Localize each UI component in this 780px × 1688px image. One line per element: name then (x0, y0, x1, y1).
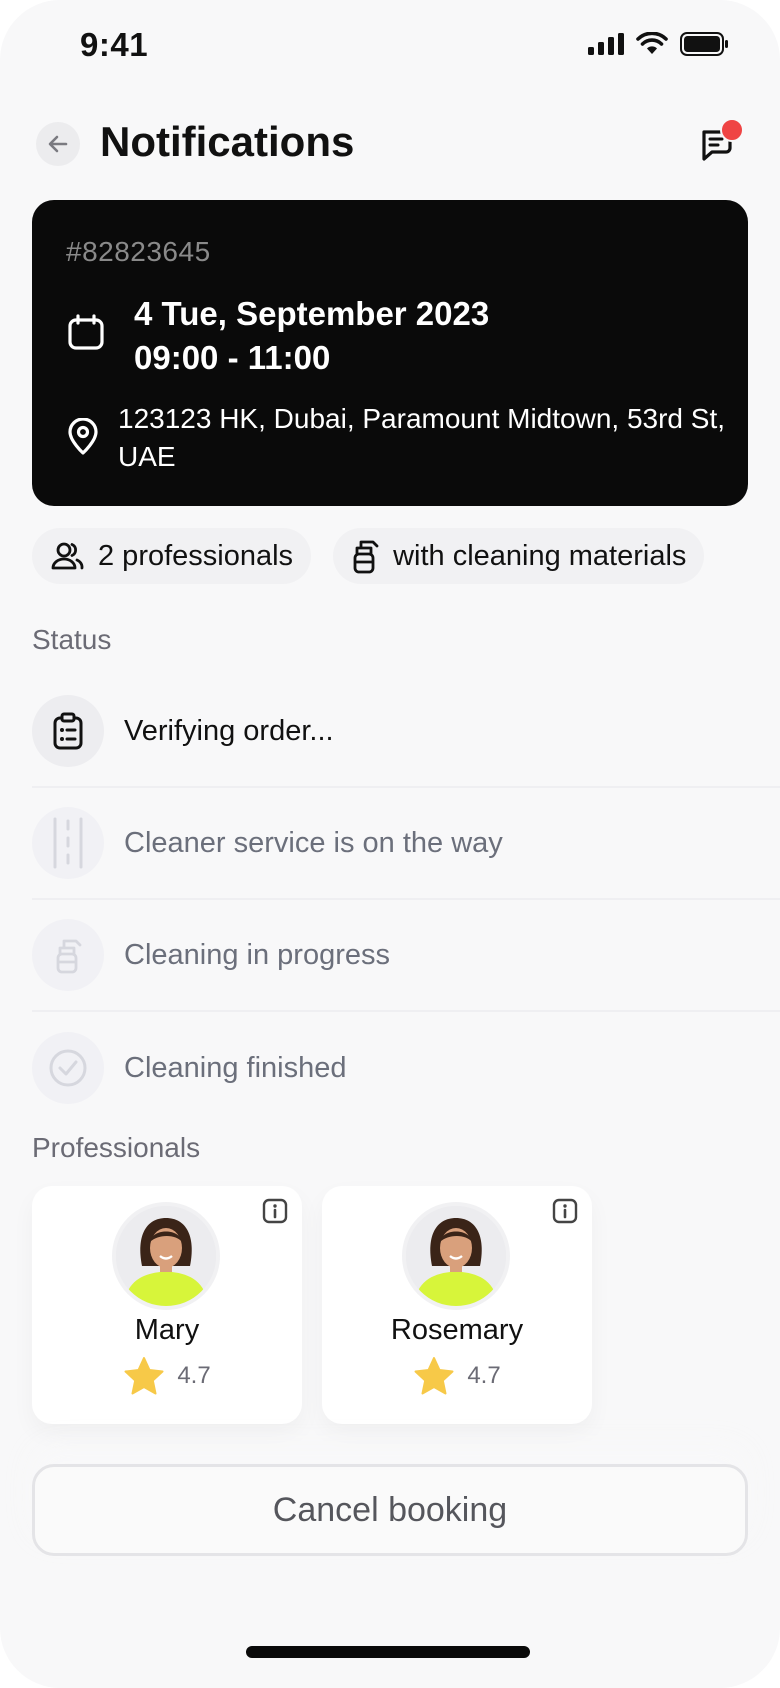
professionals-list: Mary 4.7 Rosemary 4.7 (32, 1186, 592, 1424)
professional-card[interactable]: Rosemary 4.7 (322, 1186, 592, 1424)
order-id: #82823645 (66, 236, 211, 267)
status-step-label: Cleaning in progress (124, 938, 390, 971)
status-bar: 9:41 (0, 0, 780, 96)
status-step-label: Cleaner service is on the way (124, 826, 503, 859)
status-step-label: Verifying order... (124, 714, 334, 747)
booking-card: #82823645 4 Tue, September 2023 09:00 - … (32, 200, 748, 506)
back-button[interactable] (36, 122, 80, 166)
status-step-in-progress: Cleaning in progress (32, 900, 780, 1012)
info-icon[interactable] (262, 1198, 288, 1224)
spray-bottle-icon (56, 939, 82, 974)
star-icon (124, 1357, 164, 1395)
calendar-icon (68, 314, 104, 350)
status-step-verifying: Verifying order... (32, 676, 780, 788)
status-time: 9:41 (80, 26, 149, 63)
users-icon (51, 542, 84, 570)
header: Notifications (32, 112, 748, 176)
wifi-icon (636, 32, 668, 54)
cancel-booking-button[interactable]: Cancel booking (32, 1464, 748, 1556)
chip-professionals-label: 2 professionals (98, 539, 294, 572)
status-step-finished: Cleaning finished (32, 1012, 780, 1124)
info-icon[interactable] (552, 1198, 578, 1224)
chip-professionals: 2 professionals (32, 528, 312, 584)
chip-cleaning-materials-label: with cleaning materials (393, 539, 687, 572)
status-icon-container (32, 1032, 104, 1104)
booking-options: 2 professionals with cleaning materials (32, 528, 705, 584)
status-icon-container (32, 807, 104, 879)
signal-icon (588, 33, 624, 55)
professional-name: Mary (134, 1314, 200, 1346)
page-title: Notifications (100, 118, 355, 165)
professional-rating: 4.7 (322, 1356, 592, 1396)
status-step-label: Cleaning finished (124, 1051, 347, 1084)
status-icon-container (32, 695, 104, 767)
booking-date: 4 Tue, September 2023 (134, 295, 490, 332)
status-list: Verifying order... Cleaner service is on… (32, 676, 780, 1124)
professional-name: Rosemary (390, 1314, 524, 1346)
avatar-photo (116, 1206, 216, 1306)
status-icons (588, 32, 730, 56)
booking-address: 123123 HK, Dubai, Paramount Midtown, 53r… (118, 403, 726, 472)
status-step-on-the-way: Cleaner service is on the way (32, 788, 780, 900)
rating-value: 4.7 (177, 1362, 211, 1389)
status-icon-container (32, 919, 104, 991)
check-circle-icon (49, 1049, 87, 1087)
chat-button[interactable] (688, 116, 748, 176)
star-icon (414, 1357, 454, 1395)
spray-bottle-icon (353, 540, 379, 574)
arrow-left-icon (48, 135, 68, 153)
location-pin-icon (68, 418, 98, 455)
professional-rating: 4.7 (32, 1356, 302, 1396)
avatar (402, 1202, 510, 1310)
status-section-title: Status (32, 624, 112, 655)
professionals-section-title: Professionals (32, 1132, 201, 1163)
phone-screen: 9:41 Notifications #82823645 4 Tue, Sept… (0, 0, 780, 1688)
avatar-photo (406, 1206, 506, 1306)
road-icon (53, 817, 83, 869)
avatar (112, 1202, 220, 1310)
booking-datetime: 4 Tue, September 2023 09:00 - 11:00 (134, 292, 489, 380)
chip-cleaning-materials: with cleaning materials (333, 528, 705, 584)
rating-value: 4.7 (467, 1362, 501, 1389)
battery-icon (680, 32, 728, 56)
clipboard-icon (53, 712, 83, 750)
booking-time: 09:00 - 11:00 (134, 339, 331, 376)
professional-card[interactable]: Mary 4.7 (32, 1186, 302, 1424)
notification-dot (720, 118, 744, 142)
home-indicator (246, 1646, 530, 1658)
